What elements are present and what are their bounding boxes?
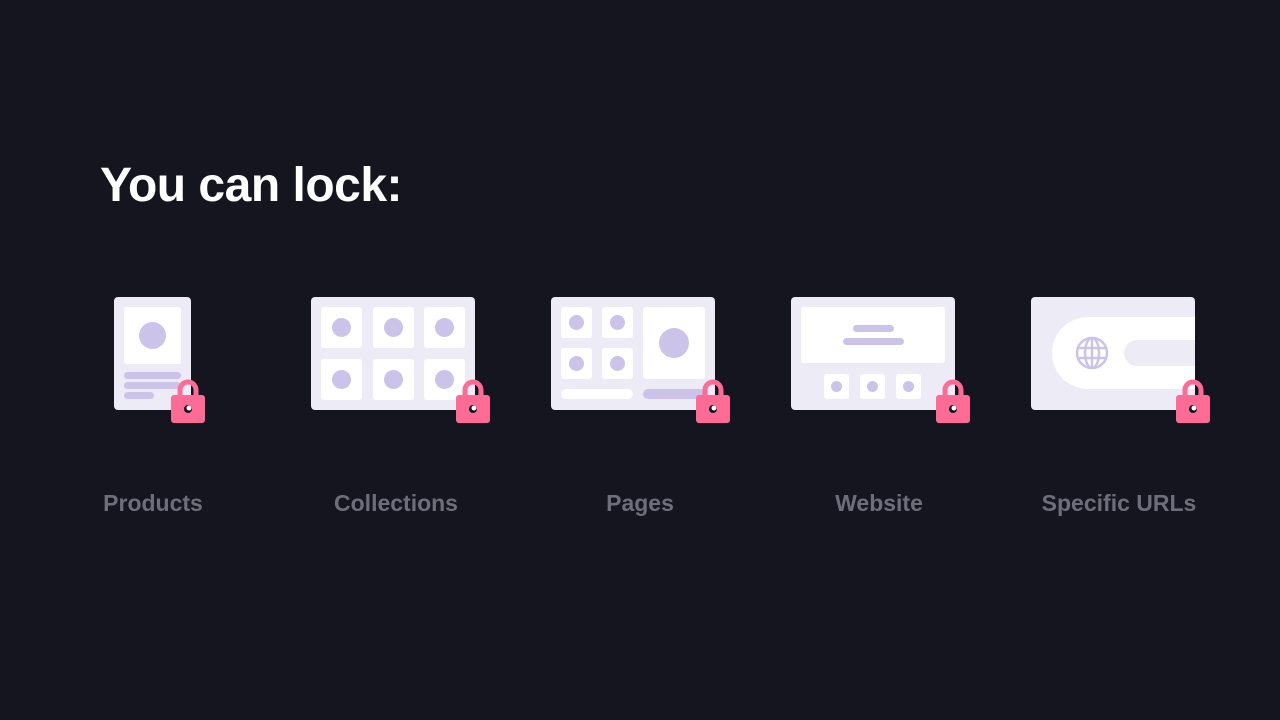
website-icon — [791, 297, 955, 410]
item-label: Pages — [606, 490, 674, 516]
item-label: Specific URLs — [1041, 490, 1197, 516]
url-bar-icon — [1031, 297, 1195, 410]
item-label: Products — [103, 490, 203, 516]
lock-icon — [936, 379, 970, 423]
lock-icon — [696, 379, 730, 423]
lock-icon — [1176, 379, 1210, 423]
page-layout-icon — [551, 297, 715, 410]
globe-icon — [1075, 336, 1109, 370]
collection-grid-icon — [311, 297, 475, 410]
lock-icon — [171, 379, 205, 423]
lock-icon — [456, 379, 490, 423]
item-label: Website — [835, 490, 923, 516]
item-label: Collections — [334, 490, 458, 516]
page-title: You can lock: — [100, 159, 403, 212]
